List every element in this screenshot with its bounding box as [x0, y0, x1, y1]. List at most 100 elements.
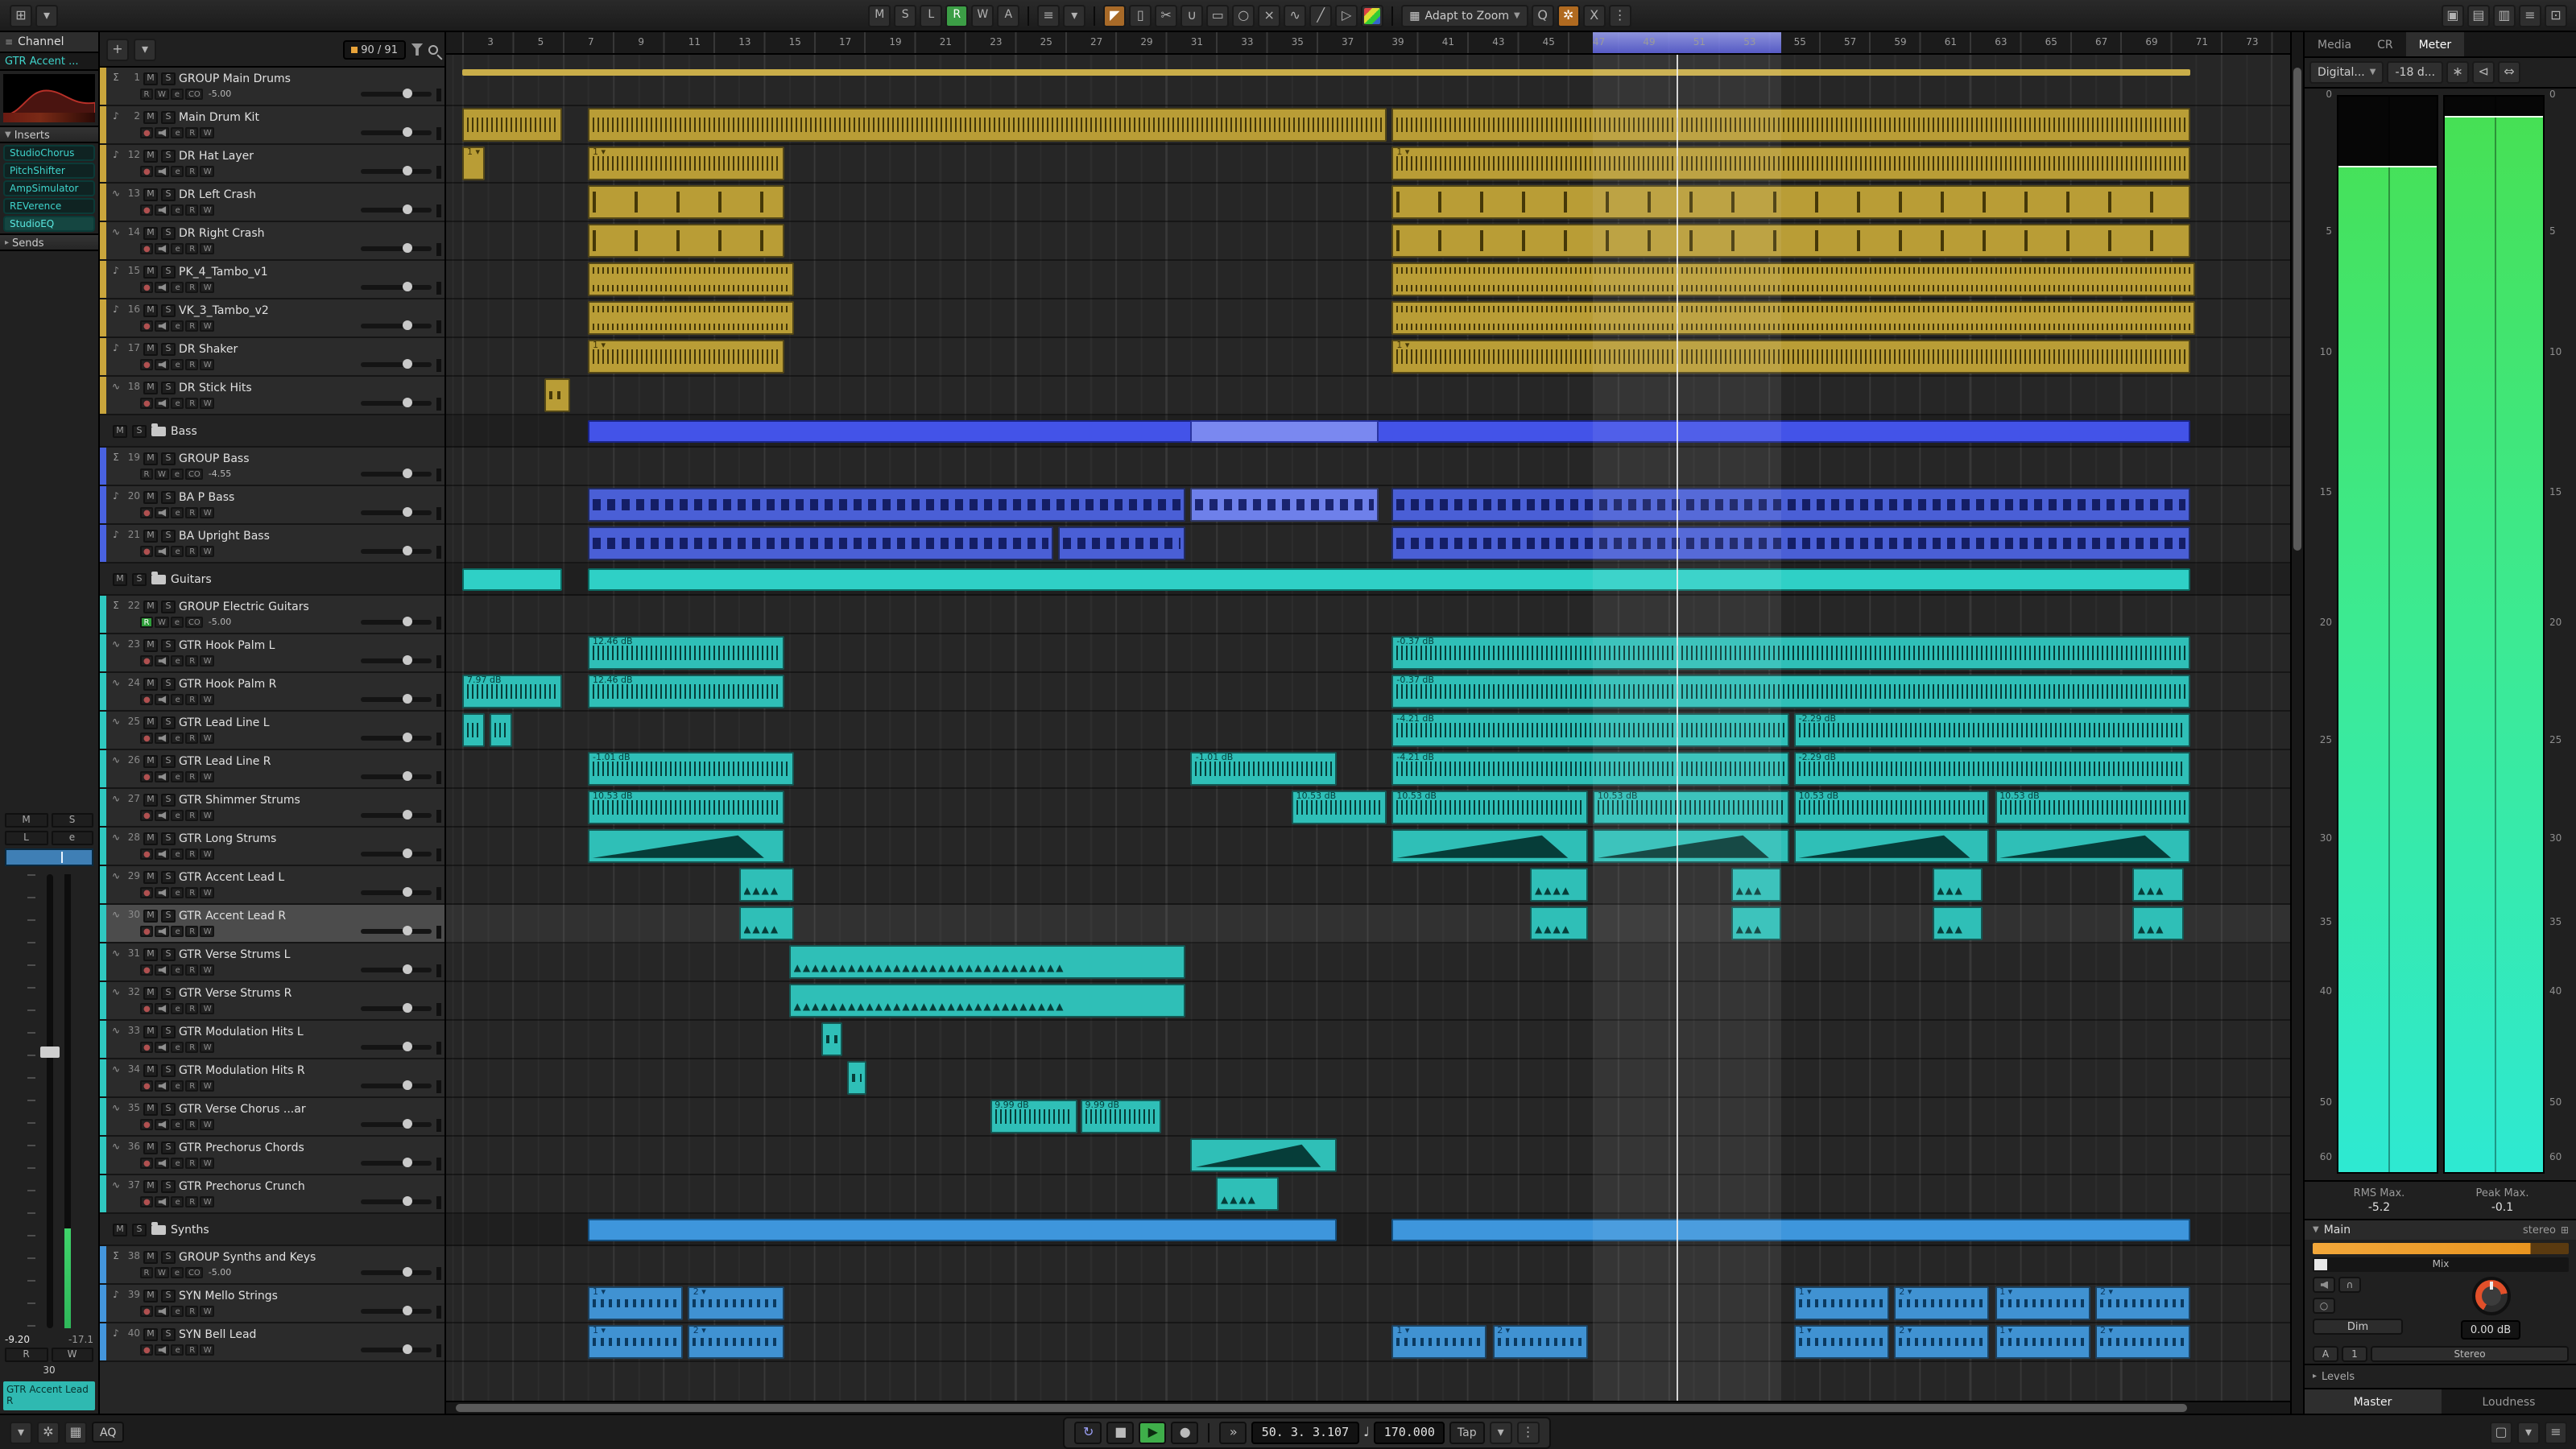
track-row[interactable]: ♪40MSSYN Bell Lead●eRW [100, 1323, 444, 1362]
toolbar-w-button[interactable]: W [971, 4, 994, 27]
track-solo-button[interactable]: S [161, 1063, 176, 1076]
track-mute-button[interactable]: M [143, 490, 158, 503]
clip[interactable]: 1 ▾ [1794, 1325, 1890, 1359]
track-read-button[interactable]: R [186, 655, 199, 667]
ruler[interactable]: 3579111315171921232527293133353739414345… [446, 32, 2290, 55]
object-selection-tool[interactable]: ◤ [1103, 4, 1126, 27]
track-solo-button[interactable]: S [161, 870, 176, 883]
dim-button[interactable]: Dim [2313, 1319, 2403, 1335]
track-read-button[interactable]: R [186, 166, 199, 177]
clip[interactable]: ▲▲▲ [1731, 868, 1781, 902]
track-record-button[interactable]: ● [140, 359, 154, 370]
clip[interactable]: 10.53 dB [1292, 791, 1387, 824]
slider-knob[interactable] [402, 204, 411, 214]
play-button[interactable]: ▶ [1139, 1421, 1167, 1443]
track-row[interactable]: ♪16MSVK_3_Tambo_v2●eRW [100, 299, 444, 338]
slider-knob[interactable] [402, 655, 411, 665]
track-write-button[interactable]: W [155, 617, 169, 628]
track-row[interactable]: ∿31MSGTR Verse Strums L●eRW [100, 943, 444, 982]
slider-knob[interactable] [402, 1003, 411, 1013]
vertical-scrollbar[interactable] [2290, 32, 2303, 1414]
track-write-button[interactable]: W [201, 507, 215, 518]
track-mute-button[interactable]: M [143, 1289, 158, 1302]
track-edit-button[interactable]: e [172, 359, 184, 370]
clip[interactable] [588, 301, 794, 335]
track-row[interactable]: ∿34MSGTR Modulation Hits R●eRW [100, 1059, 444, 1098]
track-volume-slider[interactable] [361, 472, 432, 477]
track-volume-slider[interactable] [361, 736, 432, 741]
slider-knob[interactable] [402, 398, 411, 407]
track-monitor-button[interactable] [155, 887, 170, 898]
track-record-button[interactable]: ● [140, 507, 154, 518]
track-mute-button[interactable]: M [143, 600, 158, 613]
clip[interactable] [462, 713, 485, 747]
clip[interactable]: 1 ▾ [1391, 340, 2190, 374]
track-volume-slider[interactable] [361, 1045, 432, 1050]
draw-tool[interactable]: ╱ [1309, 4, 1332, 27]
cycle-button[interactable]: ↻ [1075, 1421, 1102, 1443]
track-mute-button[interactable]: M [143, 909, 158, 922]
track-solo-button[interactable]: S [161, 986, 176, 999]
clip[interactable]: -4.21 dB [1391, 713, 1788, 747]
slider-knob[interactable] [402, 694, 411, 704]
track-volume-slider[interactable] [361, 697, 432, 702]
clip[interactable]: 12.46 dB [588, 636, 784, 670]
clip[interactable]: 2 ▾ [1492, 1325, 1588, 1359]
clip[interactable] [1391, 829, 1587, 863]
track-edit-button[interactable]: e [172, 166, 184, 177]
track-edit-button[interactable]: e [172, 282, 184, 293]
track-edit-button[interactable]: e [172, 320, 184, 332]
track-record-button[interactable]: ● [140, 964, 154, 976]
clip[interactable] [588, 1219, 1337, 1241]
track-edit-button[interactable]: e [172, 810, 184, 821]
track-read-button[interactable]: R [186, 926, 199, 937]
track-row[interactable]: ∿28MSGTR Long Strums●eRW [100, 828, 444, 866]
track-read-button[interactable]: R [186, 1158, 199, 1169]
track-mute-button[interactable]: M [143, 265, 158, 278]
track-monitor-button[interactable] [155, 1042, 170, 1053]
track-solo-button[interactable]: S [161, 638, 176, 651]
track-mute-button[interactable]: M [113, 1223, 127, 1236]
track-row[interactable]: ∿13MSDR Left Crash●eRW [100, 184, 444, 222]
slider-knob[interactable] [402, 166, 411, 175]
track-read-button[interactable]: R [186, 546, 199, 557]
track-volume-slider[interactable] [361, 549, 432, 554]
track-record-button[interactable]: ● [140, 887, 154, 898]
zoom-tool[interactable]: ○ [1232, 4, 1255, 27]
insert-slot[interactable]: PitchShifter [3, 163, 95, 179]
quantize-button[interactable]: Q [1532, 4, 1554, 27]
play-tool[interactable]: ▷ [1335, 4, 1358, 27]
track-write-button[interactable]: W [201, 848, 215, 860]
track-row[interactable]: ♪17MSDR Shaker●eRW [100, 338, 444, 377]
bottom-dropdown-icon[interactable]: ▾ [2517, 1421, 2540, 1443]
clip[interactable]: 2 ▾ [2095, 1325, 2191, 1359]
clip[interactable] [588, 829, 784, 863]
track-volume-slider[interactable] [361, 1348, 432, 1352]
color-tool[interactable] [1361, 4, 1383, 27]
clip[interactable] [545, 378, 570, 412]
track-solo-button[interactable]: S [161, 1289, 176, 1302]
track-read-button[interactable]: R [140, 617, 153, 628]
clip[interactable]: ▲▲▲▲ [1530, 906, 1588, 940]
track-read-button[interactable]: R [186, 1003, 199, 1014]
track-write-button[interactable]: W [201, 1042, 215, 1053]
track-record-button[interactable]: ● [140, 733, 154, 744]
track-mute-button[interactable]: M [143, 832, 158, 844]
meter-settings-icon[interactable]: ∗ [2446, 61, 2469, 84]
track-read-button[interactable]: R [140, 469, 153, 480]
track-volume-slider[interactable] [361, 968, 432, 972]
track-read-button[interactable]: R [186, 964, 199, 976]
track-edit-button[interactable]: e [172, 1042, 184, 1053]
track-solo-button[interactable]: S [161, 149, 176, 162]
track-monitor-button[interactable] [155, 320, 170, 332]
insert-slot[interactable]: AmpSimulator [3, 180, 95, 196]
horizontal-scrollbar[interactable] [446, 1401, 2290, 1414]
track-row[interactable]: MSBass [100, 415, 444, 448]
track-monitor-button[interactable] [155, 733, 170, 744]
track-edit-button[interactable]: e [171, 617, 184, 628]
track-solo-button[interactable]: S [161, 1250, 176, 1263]
audio-quantize-button[interactable]: AQ [92, 1422, 124, 1443]
track-read-button[interactable]: R [186, 733, 199, 744]
clip[interactable] [462, 69, 2191, 76]
track-monitor-button[interactable] [155, 1080, 170, 1092]
